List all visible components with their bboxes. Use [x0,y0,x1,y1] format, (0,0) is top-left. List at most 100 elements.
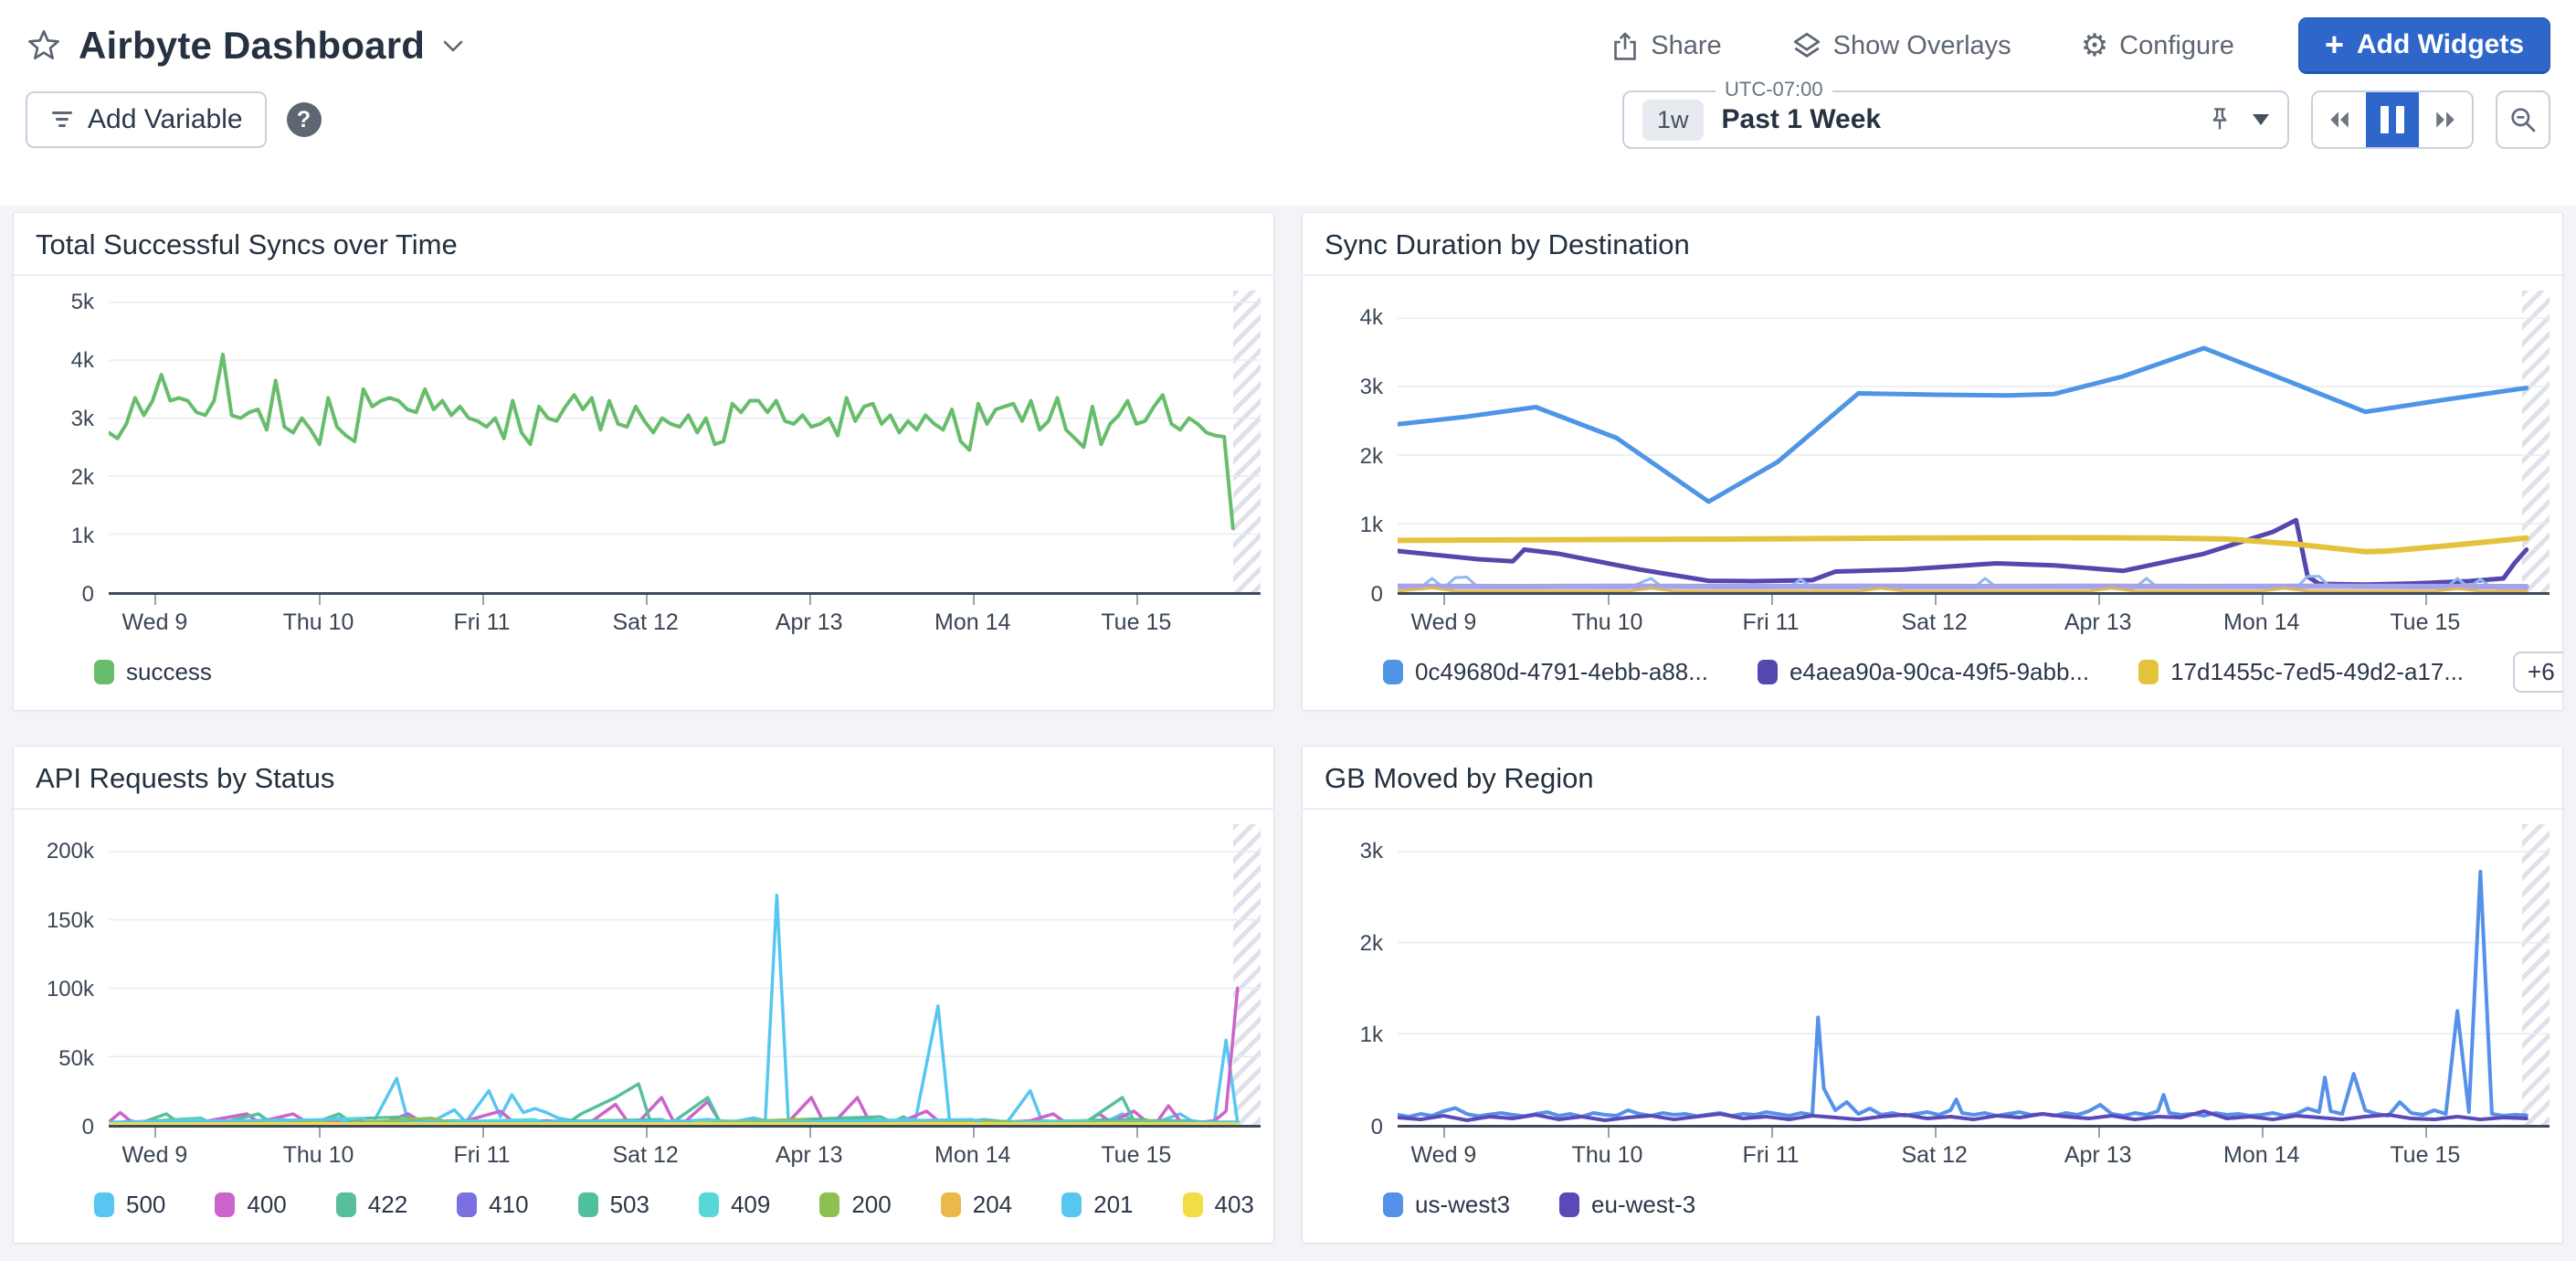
top-bar: Airbyte Dashboard Share [0,0,2576,206]
widget-header: Sync Duration by Destination [1303,213,2562,276]
legend-item-us-west3[interactable]: us-west3 [1383,1191,1510,1219]
show-overlays-label: Show Overlays [1833,31,2011,61]
legend-label: 400 [247,1191,286,1219]
add-variable-button[interactable]: Add Variable [26,91,267,148]
legend-color-chip [2138,660,2159,684]
plot-area[interactable] [1398,291,2550,595]
x-tick-label: Sat 12 [612,1142,678,1169]
y-tick-label: 1k [71,524,94,549]
line-chart-total-syncs[interactable]: 01k2k3k4k5k Wed 9Thu 10Fri 11Sat 12Apr 1… [14,276,1273,710]
widget-api-requests: API Requests by Status 050k100k150k200k … [13,746,1274,1244]
title-chevron-down-icon[interactable] [441,37,465,54]
widget-total-successful-syncs: Total Successful Syncs over Time 01k2k3k… [13,212,1274,711]
configure-button[interactable]: ⚙ Configure [2075,29,2240,62]
time-playback-controls [2311,90,2474,149]
x-tick-label: Sat 12 [1901,609,1967,636]
zoom-out-icon [2508,105,2538,134]
legend-color-chip [1183,1192,1203,1217]
plot-area[interactable] [109,824,1261,1128]
line-chart-gb-moved[interactable]: 01k2k3k Wed 9Thu 10Fri 11Sat 12Apr 13Mon… [1303,810,2562,1243]
legend-item-eu-west-3[interactable]: eu-west-3 [1559,1191,1695,1219]
legend-label: 409 [731,1191,770,1219]
legend-item-201[interactable]: 201 [1061,1191,1133,1219]
legend-item-409[interactable]: 409 [699,1191,770,1219]
x-tick-mark [1771,1128,1773,1138]
x-tick-mark [809,1128,811,1138]
time-forward-button[interactable] [2419,92,2472,147]
y-axis-labels: 050k100k150k200k [30,824,109,1128]
x-tick-label: Wed 9 [122,609,188,636]
legend-label: 422 [368,1191,407,1219]
time-backward-button[interactable] [2313,92,2366,147]
pin-icon[interactable] [2207,106,2233,133]
x-tick-mark [646,595,648,605]
legend-item-200[interactable]: 200 [819,1191,891,1219]
y-axis-labels: 01k2k3k4k [1319,291,1398,595]
legend-item-0c49680d-4791-4ebb-a88...[interactable]: 0c49680d-4791-4ebb-a88... [1383,658,1708,686]
widget-header: Total Successful Syncs over Time [14,213,1273,276]
x-axis-labels: Wed 9Thu 10Fri 11Sat 12Apr 13Mon 14Tue 1… [109,595,1261,642]
x-tick-mark [482,595,484,605]
add-widgets-button[interactable]: + Add Widgets [2298,17,2550,74]
legend-color-chip [941,1192,961,1217]
legend-label: 500 [126,1191,165,1219]
legend-color-chip [94,660,114,684]
legend-item-503[interactable]: 503 [578,1191,649,1219]
legend-label: 204 [973,1191,1012,1219]
plot-area[interactable] [1398,824,2550,1128]
line-chart-api-requests[interactable]: 050k100k150k200k Wed 9Thu 10Fri 11Sat 12… [14,810,1273,1243]
y-tick-label: 0 [1371,582,1383,608]
share-label: Share [1651,31,1721,61]
legend-item-success[interactable]: success [94,658,212,686]
line-chart-sync-duration[interactable]: 01k2k3k4k Wed 9Thu 10Fri 11Sat 12Apr 13M… [1303,276,2562,710]
help-icon[interactable]: ? [287,102,322,137]
x-tick-label: Thu 10 [1572,609,1643,636]
show-overlays-button[interactable]: Show Overlays [1786,29,2017,62]
y-tick-label: 3k [1360,839,1383,864]
y-axis-labels: 01k2k3k [1319,824,1398,1128]
share-button[interactable]: Share [1605,29,1726,62]
legend-color-chip [699,1192,719,1217]
page-title: Airbyte Dashboard [79,24,425,68]
favorite-star-icon[interactable] [26,27,62,64]
x-tick-mark [154,1128,156,1138]
filter-icon [49,109,75,131]
widget-sync-duration: Sync Duration by Destination 01k2k3k4k W… [1302,212,2563,711]
x-tick-mark [319,595,321,605]
legend-color-chip [1061,1192,1082,1217]
pause-icon [2381,106,2404,133]
plot-area[interactable] [109,291,1261,595]
x-tick-mark [2098,1128,2100,1138]
x-tick-label: Apr 13 [776,609,843,636]
legend-item-17d1455c-7ed5-49d2-a17...[interactable]: 17d1455c-7ed5-49d2-a17... [2138,658,2464,686]
widget-header: API Requests by Status [14,747,1273,810]
legend-item-403[interactable]: 403 [1183,1191,1254,1219]
x-tick-mark [646,1128,648,1138]
legend-item-e4aea90a-90ca-49f5-9abb...[interactable]: e4aea90a-90ca-49f5-9abb... [1758,658,2089,686]
legend-color-chip [336,1192,356,1217]
legend-item-410[interactable]: 410 [457,1191,528,1219]
x-tick-label: Thu 10 [1572,1142,1643,1169]
x-tick-label: Apr 13 [2064,1142,2132,1169]
time-range-selector[interactable]: UTC-07:00 1w Past 1 Week [1622,90,2289,149]
y-tick-label: 5k [71,290,94,315]
y-tick-label: 2k [1360,444,1383,470]
x-axis-labels: Wed 9Thu 10Fri 11Sat 12Apr 13Mon 14Tue 1… [109,1128,1261,1175]
x-tick-label: Wed 9 [122,1142,188,1169]
x-tick-mark [1771,595,1773,605]
legend-item-204[interactable]: 204 [941,1191,1012,1219]
x-tick-label: Mon 14 [934,1142,1010,1169]
legend-item-400[interactable]: 400 [215,1191,286,1219]
legend-overflow-badge[interactable]: +6 [2513,652,2563,693]
x-tick-mark [154,595,156,605]
legend-item-500[interactable]: 500 [94,1191,165,1219]
y-tick-label: 100k [47,977,94,1002]
time-dropdown-caret-icon[interactable] [2253,114,2269,125]
y-tick-label: 1k [1360,513,1383,538]
x-tick-label: Wed 9 [1411,609,1477,636]
zoom-out-button[interactable] [2496,90,2550,149]
pause-button[interactable] [2366,92,2419,147]
legend-item-422[interactable]: 422 [336,1191,407,1219]
legend-color-chip [215,1192,235,1217]
legend-label: 200 [851,1191,891,1219]
